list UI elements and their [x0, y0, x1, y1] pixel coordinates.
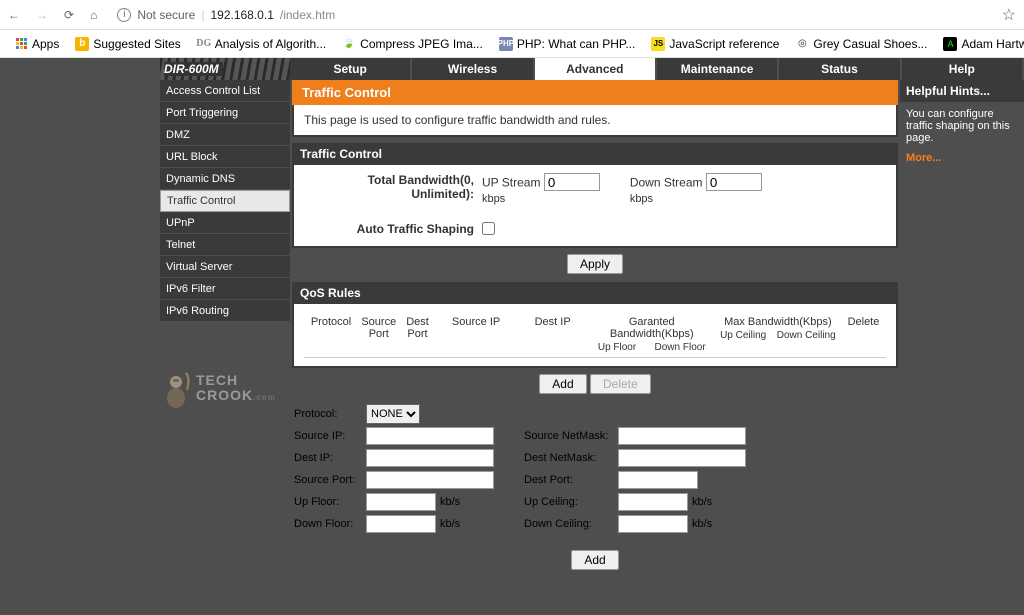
dest-ip-label: Dest IP: — [294, 452, 366, 464]
sidebar-item-dmz[interactable]: DMZ — [160, 124, 290, 146]
tab-status[interactable]: Status — [779, 58, 901, 80]
traffic-control-header: Traffic Control — [292, 143, 898, 165]
bookmark-item[interactable]: ◎Grey Casual Shoes... — [789, 35, 933, 53]
home-icon[interactable]: ⌂ — [90, 8, 97, 22]
source-ip-label: Source IP: — [294, 430, 366, 442]
dest-port-input[interactable] — [618, 471, 698, 489]
auto-shaping-label: Auto Traffic Shaping — [304, 222, 474, 236]
up-ceiling-label: Up Ceiling: — [524, 496, 618, 508]
bookmark-label: PHP: What can PHP... — [517, 37, 636, 51]
qos-add-button[interactable]: Add — [539, 374, 586, 394]
forward-icon[interactable]: → — [36, 8, 48, 22]
dest-netmask-input[interactable] — [618, 449, 746, 467]
sidebar-item-traffic-control[interactable]: Traffic Control — [160, 190, 290, 212]
bookmark-label: Adam Hartwig — [961, 37, 1024, 51]
up-ceiling-input[interactable] — [618, 493, 688, 511]
downstream-unit: kbps — [630, 193, 653, 205]
tab-maintenance[interactable]: Maintenance — [657, 58, 779, 80]
sidebar-item-ipv6-routing[interactable]: IPv6 Routing — [160, 300, 290, 322]
reload-icon[interactable]: ⟳ — [64, 8, 74, 22]
bookmark-label: Grey Casual Shoes... — [813, 37, 927, 51]
apply-button[interactable]: Apply — [567, 254, 623, 274]
info-icon[interactable]: i — [117, 8, 131, 22]
bookmark-label: Analysis of Algorith... — [215, 37, 326, 51]
tab-setup[interactable]: Setup — [290, 58, 412, 80]
form-add-button[interactable]: Add — [571, 550, 618, 570]
dest-netmask-label: Dest NetMask: — [524, 452, 618, 464]
downstream-input[interactable] — [706, 173, 762, 191]
bookmark-item[interactable]: AAdam Hartwig — [937, 35, 1024, 53]
bookmark-label: Compress JPEG Ima... — [360, 37, 483, 51]
help-title: Helpful Hints... — [900, 80, 1024, 102]
bookmark-item[interactable]: bSuggested Sites — [69, 35, 186, 53]
url-path: /index.htm — [280, 8, 335, 22]
down-ceiling-label: Down Ceiling: — [524, 518, 618, 530]
bookmark-item[interactable]: JSJavaScript reference — [645, 35, 785, 53]
source-port-input[interactable] — [366, 471, 494, 489]
auto-shaping-checkbox[interactable] — [482, 222, 495, 235]
watermark: TECH CROOK.com — [160, 362, 290, 414]
sidebar-item-access-control-list[interactable]: Access Control List — [160, 80, 290, 102]
qos-delete-button[interactable]: Delete — [590, 374, 651, 394]
upstream-input[interactable] — [544, 173, 600, 191]
device-logo: DIR-600M — [160, 58, 290, 80]
sidebar-item-ipv6-filter[interactable]: IPv6 Filter — [160, 278, 290, 300]
bookmark-label: Apps — [32, 37, 59, 51]
url-host[interactable]: 192.168.0.1 — [210, 8, 273, 22]
source-port-label: Source Port: — [294, 474, 366, 486]
security-status: Not secure — [137, 8, 195, 22]
dest-ip-input[interactable] — [366, 449, 494, 467]
sidebar-item-upnp[interactable]: UPnP — [160, 212, 290, 234]
bookmark-item[interactable]: PHPPHP: What can PHP... — [493, 35, 642, 53]
bookmark-label: JavaScript reference — [669, 37, 779, 51]
back-icon[interactable]: ← — [8, 8, 20, 22]
down-ceiling-input[interactable] — [618, 515, 688, 533]
tab-wireless[interactable]: Wireless — [412, 58, 534, 80]
qos-table-header: Protocol Source Port Dest Port Source IP… — [304, 312, 886, 358]
page-description: This page is used to configure traffic b… — [292, 105, 898, 137]
dest-port-label: Dest Port: — [524, 474, 618, 486]
protocol-select[interactable]: NONE — [366, 404, 420, 424]
tab-help[interactable]: Help — [902, 58, 1024, 80]
sidebar-item-port-triggering[interactable]: Port Triggering — [160, 102, 290, 124]
source-ip-input[interactable] — [366, 427, 494, 445]
qos-rules-header: QoS Rules — [292, 282, 898, 304]
down-floor-label: Down Floor: — [294, 518, 366, 530]
bookmark-star-icon[interactable]: ☆ — [1002, 5, 1016, 25]
sidebar-item-telnet[interactable]: Telnet — [160, 234, 290, 256]
bookmark-label: Suggested Sites — [93, 37, 180, 51]
downstream-label: Down Stream — [630, 176, 703, 190]
sidebar-item-virtual-server[interactable]: Virtual Server — [160, 256, 290, 278]
sidebar-item-url-block[interactable]: URL Block — [160, 146, 290, 168]
source-netmask-label: Source NetMask: — [524, 430, 618, 442]
upstream-unit: kbps — [482, 193, 505, 205]
help-more-link[interactable]: More... — [900, 150, 1024, 166]
up-floor-label: Up Floor: — [294, 496, 366, 508]
bookmark-item[interactable]: 🍃Compress JPEG Ima... — [336, 35, 489, 53]
sidebar-item-dynamic-dns[interactable]: Dynamic DNS — [160, 168, 290, 190]
up-floor-input[interactable] — [366, 493, 436, 511]
tab-advanced[interactable]: Advanced — [535, 58, 657, 80]
protocol-label: Protocol: — [294, 408, 366, 420]
total-bandwidth-label: Total Bandwidth(0, Unlimited): — [304, 173, 474, 201]
upstream-label: UP Stream — [482, 176, 540, 190]
page-title: Traffic Control — [292, 80, 898, 105]
help-body: You can configure traffic shaping on thi… — [900, 102, 1024, 150]
source-netmask-input[interactable] — [618, 427, 746, 445]
bookmark-item[interactable]: DGAnalysis of Algorith... — [191, 35, 332, 53]
down-floor-input[interactable] — [366, 515, 436, 533]
bookmark-item[interactable]: Apps — [8, 35, 65, 53]
